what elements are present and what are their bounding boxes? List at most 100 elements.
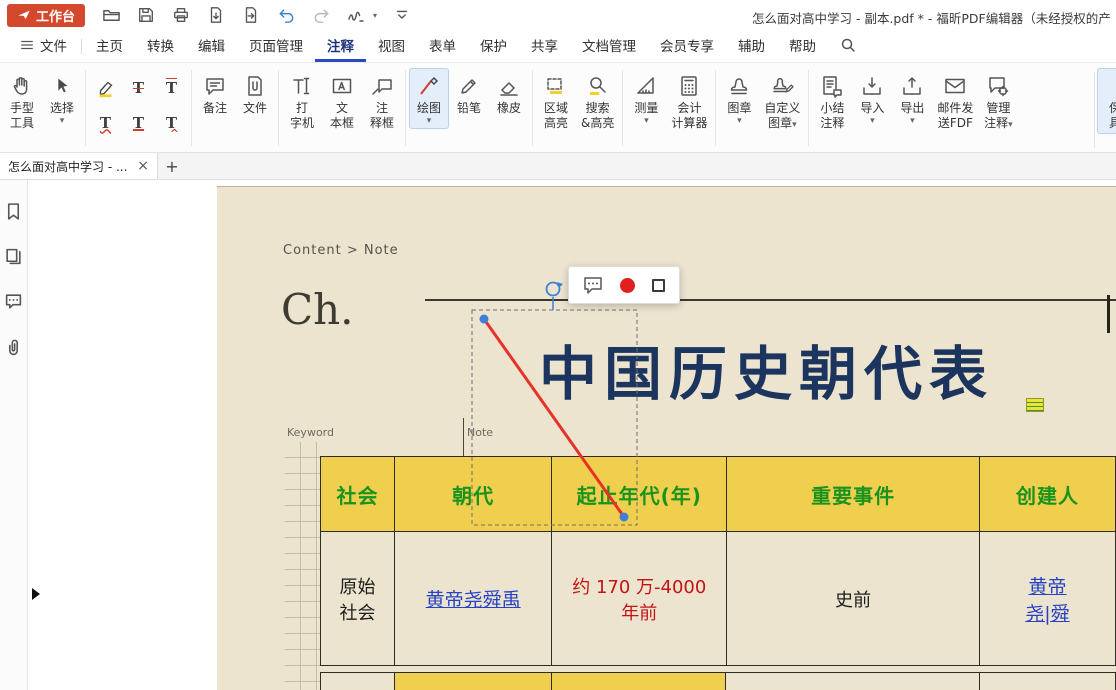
document-title: 怎么面对高中学习 - 副本.pdf * - 福昕PDF编辑器（未经授权的产 xyxy=(752,8,1116,27)
ink-sign-dropdown-icon[interactable]: ▾ xyxy=(373,11,377,20)
bookmarks-panel-icon[interactable] xyxy=(4,202,23,221)
hamburger-icon xyxy=(20,38,34,52)
tab-close-icon[interactable]: × xyxy=(137,158,149,174)
workspace-button[interactable]: 工作台 xyxy=(7,4,85,27)
menu-member[interactable]: 会员专享 xyxy=(648,30,726,62)
import-icon xyxy=(860,71,884,101)
strikethrough-icon: T xyxy=(133,79,144,97)
text-markup-group: T T T T T xyxy=(89,70,188,140)
line-endpoint-handle[interactable] xyxy=(620,513,629,522)
import-comments-button[interactable]: 导入 ▾ xyxy=(852,68,892,129)
menu-help[interactable]: 帮助 xyxy=(777,30,828,62)
menu-form[interactable]: 表单 xyxy=(417,30,468,62)
workspace-label: 工作台 xyxy=(36,6,75,25)
insert-text-icon: T xyxy=(166,79,177,97)
accounting-calculator-button[interactable]: 会计 计算器 xyxy=(666,68,712,134)
underline-icon: T xyxy=(133,114,144,132)
squiggly-underline-button[interactable]: T xyxy=(89,105,122,140)
convert-file-icon[interactable] xyxy=(241,5,261,25)
replace-text-button[interactable]: T xyxy=(155,105,188,140)
export-comments-button[interactable]: 导出 ▾ xyxy=(892,68,932,129)
line-endpoint-handle[interactable] xyxy=(480,315,489,324)
area-highlight-icon xyxy=(544,71,568,101)
panel-expand-arrow-icon[interactable] xyxy=(32,588,40,600)
menu-file[interactable]: 文件 xyxy=(8,30,79,62)
menu-accessibility[interactable]: 辅助 xyxy=(726,30,777,62)
redo-icon[interactable] xyxy=(311,5,331,25)
insert-text-button[interactable]: T xyxy=(155,70,188,105)
ink-sign-icon[interactable] xyxy=(346,5,366,25)
new-tab-button[interactable]: + xyxy=(158,153,186,179)
menu-edit[interactable]: 编辑 xyxy=(186,30,237,62)
measure-tool-button[interactable]: 测量 ▾ xyxy=(626,68,666,129)
title-bar: 工作台 ▾ 怎么面对高中学习 - 副本.pdf * - 福昕PDF编辑器（未经授… xyxy=(0,0,1116,30)
custom-stamp-button[interactable]: 自定义 图章▾ xyxy=(759,68,805,134)
area-highlight-button[interactable]: 区域 高亮 xyxy=(536,68,576,134)
underline-text-button[interactable]: T xyxy=(122,105,155,140)
summary-notes-icon xyxy=(820,71,844,101)
document-tab[interactable]: 怎么面对高中学习 - ... × xyxy=(0,153,158,179)
line-color-swatch[interactable] xyxy=(620,278,635,293)
divider xyxy=(715,70,716,146)
ribbon-toolbar: 手型 工具 选择 ▾ T T T T T 备注 文件 打 字机 文 本框 xyxy=(0,63,1116,153)
hand-icon xyxy=(10,71,34,101)
select-tool-button[interactable]: 选择 ▾ xyxy=(42,68,82,129)
divider xyxy=(532,70,533,146)
red-line-annotation[interactable] xyxy=(484,319,624,517)
open-folder-icon[interactable] xyxy=(101,5,121,25)
menu-share[interactable]: 共享 xyxy=(519,30,570,62)
comments-panel-icon[interactable] xyxy=(4,292,23,311)
menu-convert[interactable]: 转换 xyxy=(135,30,186,62)
customize-toolbar-icon[interactable] xyxy=(392,5,412,25)
callout-icon xyxy=(370,71,394,101)
menu-view[interactable]: 视图 xyxy=(366,30,417,62)
document-viewport[interactable]: Content > Note Ch. 中国历史朝代表 Keyword Note … xyxy=(28,180,1116,690)
keep-tool-selected-button[interactable]: 保持工 具选择 xyxy=(1097,68,1116,134)
replace-text-icon: T xyxy=(166,114,177,132)
menu-protect[interactable]: 保护 xyxy=(468,30,519,62)
menu-comment[interactable]: 注释 xyxy=(315,30,366,62)
save-icon[interactable] xyxy=(136,5,156,25)
drawing-tool-button[interactable]: 绘图 ▾ xyxy=(409,68,449,129)
undo-icon[interactable] xyxy=(276,5,296,25)
cursor-icon xyxy=(51,71,73,101)
menu-search-button[interactable] xyxy=(828,30,868,62)
email-fdf-button[interactable]: 邮件发 送FDF xyxy=(932,68,978,134)
stamp-button[interactable]: 图章 ▾ xyxy=(719,68,759,129)
search-highlight-button[interactable]: 搜索 &高亮 xyxy=(576,68,619,134)
annotation-overlay xyxy=(217,187,1116,690)
manage-comments-button[interactable]: 管理 注释▾ xyxy=(978,68,1018,134)
divider xyxy=(278,70,279,146)
custom-stamp-icon xyxy=(770,71,794,101)
menu-document-management[interactable]: 文档管理 xyxy=(570,30,648,62)
highlighter-icon xyxy=(95,77,117,99)
main-area: Content > Note Ch. 中国历史朝代表 Keyword Note … xyxy=(0,180,1116,690)
callout-button[interactable]: 注 释框 xyxy=(362,68,402,134)
print-icon[interactable] xyxy=(171,5,191,25)
summarize-comments-button[interactable]: 小结 注释 xyxy=(812,68,852,134)
textbox-button[interactable]: 文 本框 xyxy=(322,68,362,134)
strikethrough-text-button[interactable]: T xyxy=(122,70,155,105)
annotation-mini-toolbar xyxy=(568,266,680,304)
pencil-tool-button[interactable]: 铅笔 xyxy=(449,68,489,119)
attachments-panel-icon[interactable] xyxy=(4,337,23,356)
typewriter-button[interactable]: 打 字机 xyxy=(282,68,322,134)
add-comment-icon[interactable] xyxy=(583,276,603,294)
typewriter-icon xyxy=(290,71,314,101)
export-icon xyxy=(900,71,924,101)
divider xyxy=(808,70,809,146)
chevron-down-icon: ▾ xyxy=(910,116,915,126)
pdf-page: Content > Note Ch. 中国历史朝代表 Keyword Note … xyxy=(217,186,1116,690)
fill-style-button[interactable] xyxy=(652,279,665,292)
menu-home[interactable]: 主页 xyxy=(84,30,135,62)
page-thumbnails-icon[interactable] xyxy=(4,247,23,266)
menu-page-management[interactable]: 页面管理 xyxy=(237,30,315,62)
hand-tool-button[interactable]: 手型 工具 xyxy=(2,68,42,134)
eraser-tool-button[interactable]: 橡皮 xyxy=(489,68,529,119)
save-as-icon[interactable] xyxy=(206,5,226,25)
chevron-down-icon: ▾ xyxy=(644,116,649,126)
rotate-handle-icon[interactable] xyxy=(547,283,560,296)
highlight-text-button[interactable] xyxy=(89,70,122,105)
note-comment-button[interactable]: 备注 xyxy=(195,68,235,119)
attach-file-button[interactable]: 文件 xyxy=(235,68,275,119)
